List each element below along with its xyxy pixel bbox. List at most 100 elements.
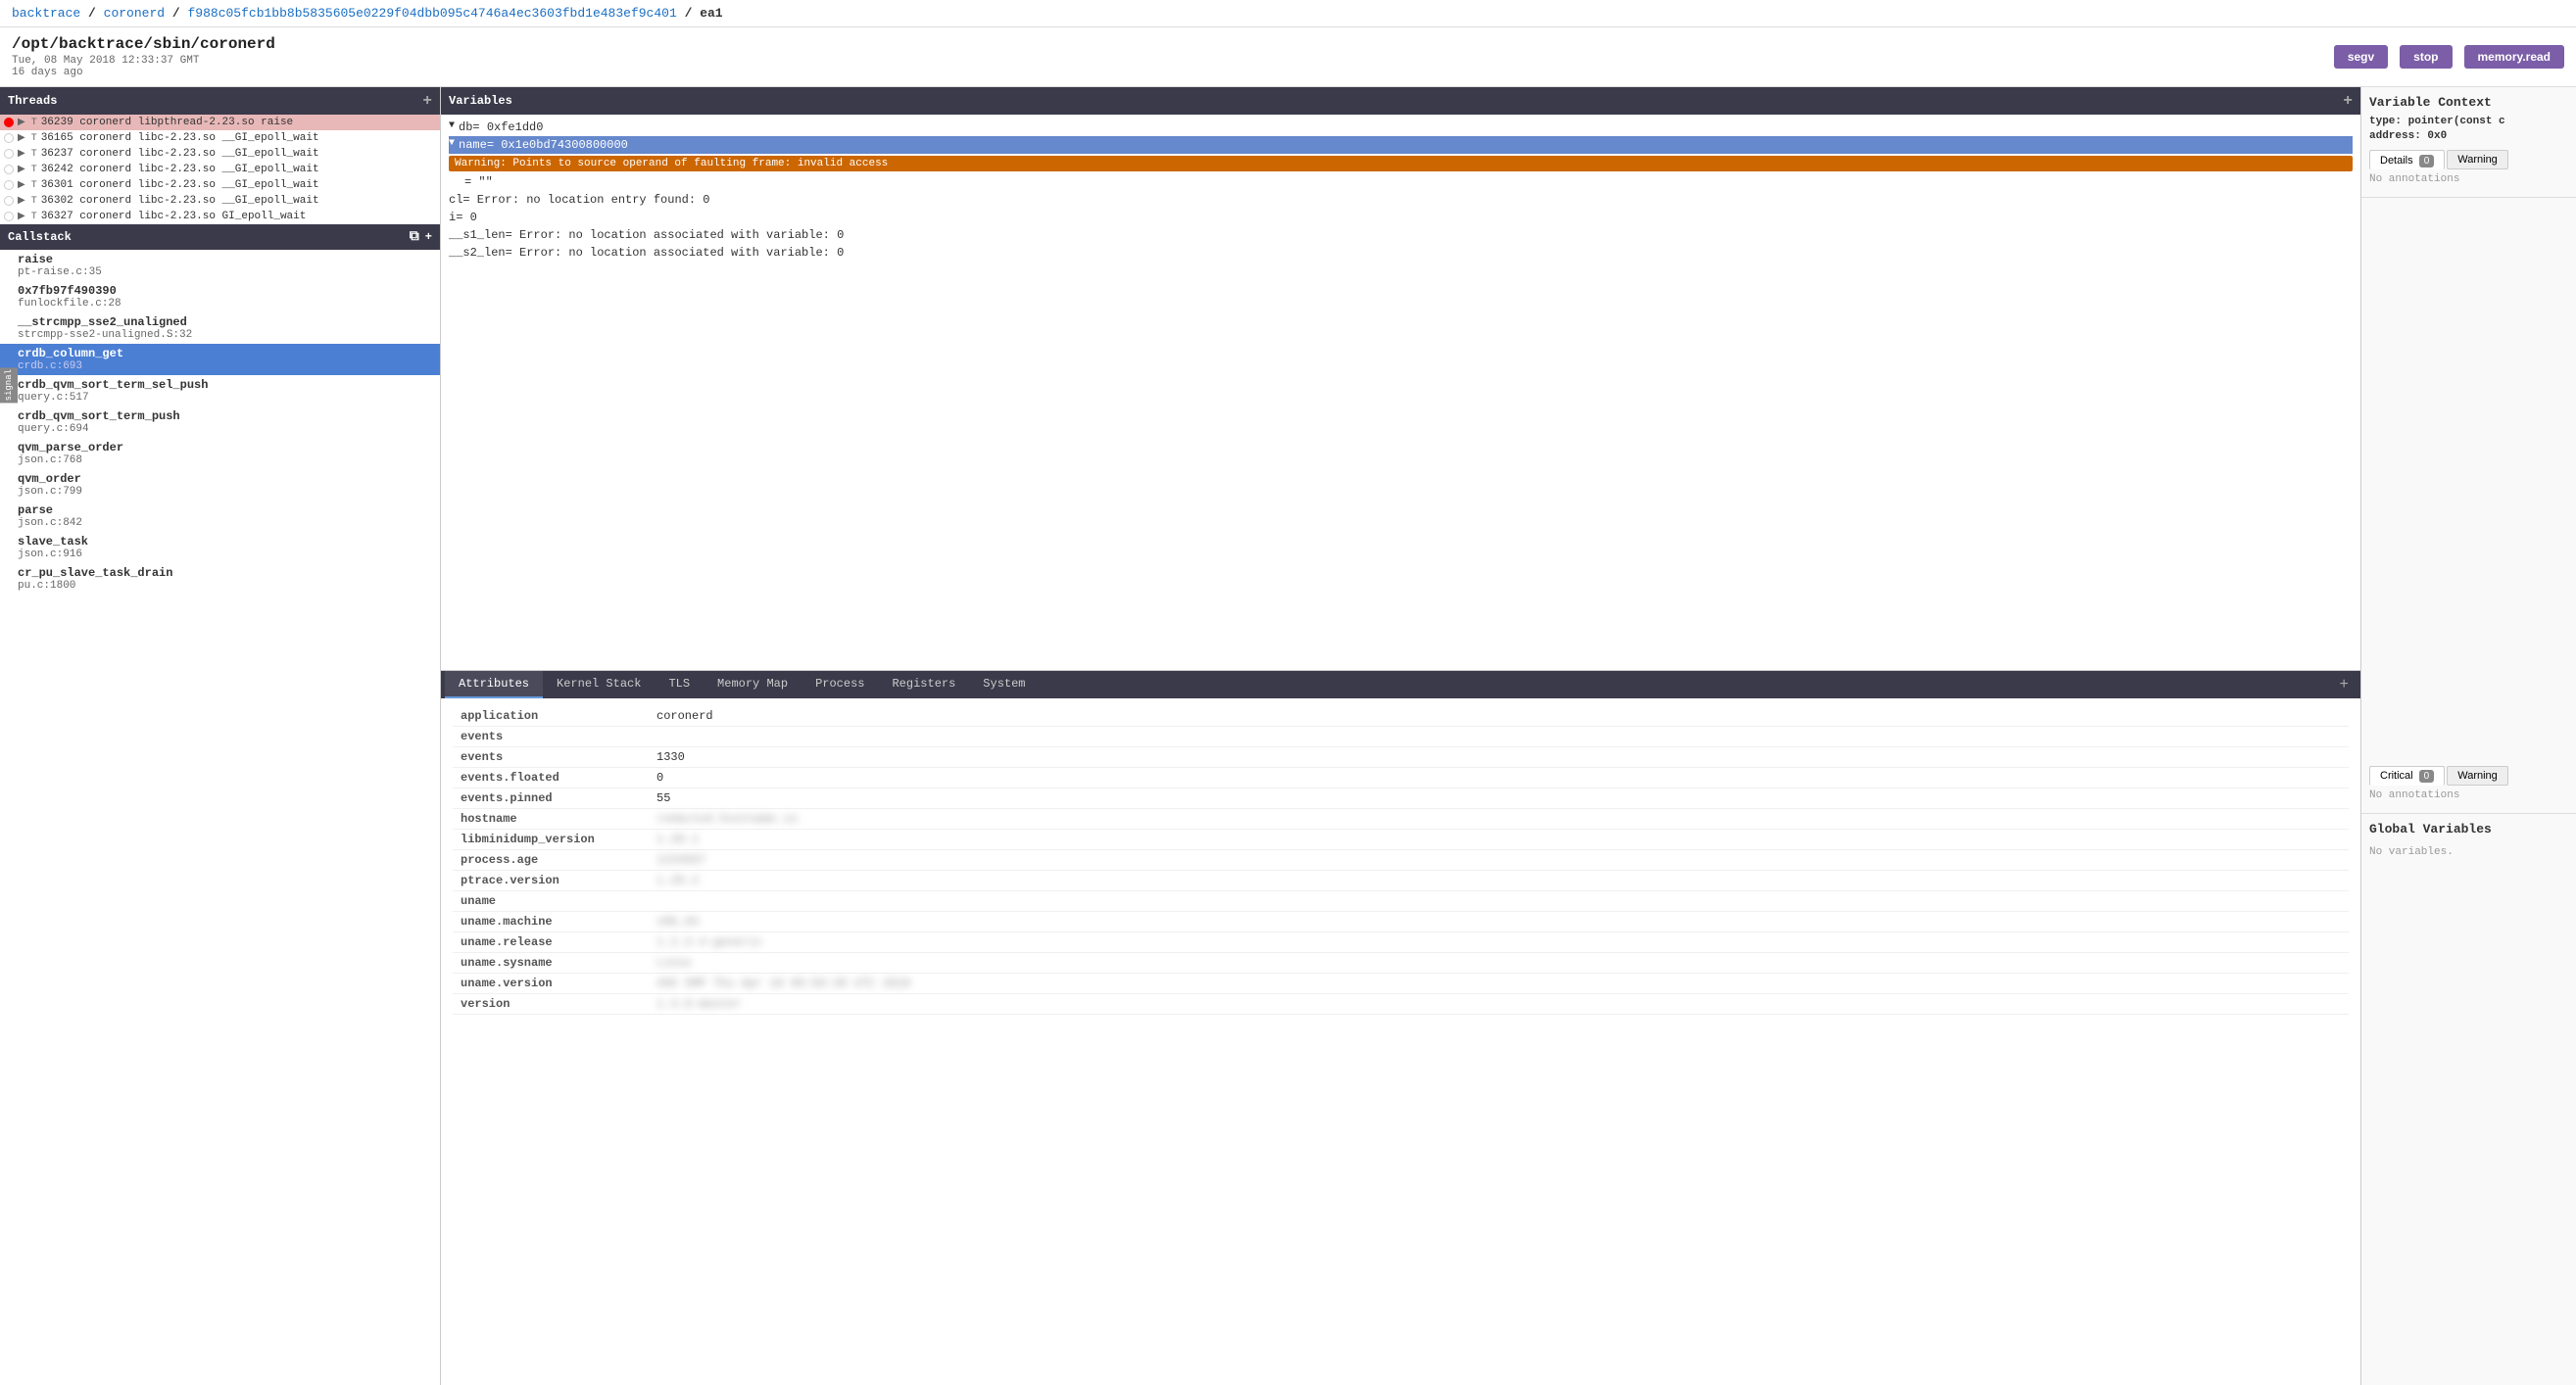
attr-key: uname.version	[453, 974, 649, 994]
stack-item[interactable]: 0x7fb97f490390funlockfile.c:28	[0, 281, 440, 312]
var-expand-icon[interactable]: ▼	[449, 120, 455, 131]
tab-registers[interactable]: Registers	[878, 671, 969, 698]
tab-add-button[interactable]: +	[2331, 672, 2357, 697]
warning-tab[interactable]: Warning	[2447, 150, 2508, 169]
stack-item[interactable]: parsejson.c:842	[0, 501, 440, 532]
attr-key: uname.machine	[453, 912, 649, 932]
tab-system[interactable]: System	[969, 671, 1039, 698]
stop-button[interactable]: stop	[2400, 45, 2452, 69]
tab-kernel-stack[interactable]: Kernel Stack	[543, 671, 655, 698]
stack-fn-name: crdb_qvm_sort_term_sel_push	[18, 378, 432, 392]
attr-key: ptrace.version	[453, 871, 649, 891]
tab-process[interactable]: Process	[802, 671, 878, 698]
no-annotations-2: No annotations	[2369, 786, 2568, 805]
attr-value: 1.3.0-master	[649, 994, 2349, 1015]
variable-context-title: Variable Context	[2369, 95, 2568, 110]
variable-context-section: Variable Context type: pointer(const c a…	[2361, 87, 2576, 198]
var-name: i	[449, 211, 456, 224]
var-name: name	[459, 138, 487, 152]
callstack-add-button[interactable]: +	[425, 230, 432, 244]
thread-text: 36242 coronerd libc-2.23.so __GI_epoll_w…	[41, 164, 319, 175]
thread-row[interactable]: ▶ T 36239 coronerd libpthread-2.23.so ra…	[0, 115, 440, 130]
stack-fn-name: __strcmpp_sse2_unaligned	[18, 315, 432, 329]
var-name: cl	[449, 193, 462, 207]
stack-fn-name: slave_task	[18, 535, 432, 549]
variables-add-button[interactable]: +	[2343, 92, 2353, 110]
var-row: cl = Error: no location entry found: 0	[449, 191, 2353, 209]
breadcrumb-current: ea1	[700, 6, 722, 21]
var-expand-icon[interactable]: ▼	[449, 138, 455, 149]
thread-row[interactable]: ▶ T 36165 coronerd libc-2.23.so __GI_epo…	[0, 130, 440, 146]
thread-row[interactable]: ▶ T 36302 coronerd libc-2.23.so __GI_epo…	[0, 193, 440, 209]
attr-row: events	[453, 727, 2349, 747]
header: /opt/backtrace/sbin/coronerd Tue, 08 May…	[0, 27, 2576, 87]
thread-indicator	[4, 165, 14, 174]
breadcrumb-hash[interactable]: f988c05fcb1bb8b5835605e0229f04dbb095c474…	[187, 6, 676, 21]
var-row: __s1_len = Error: no location associated…	[449, 226, 2353, 244]
stack-item[interactable]: qvm_orderjson.c:799	[0, 469, 440, 501]
thread-row[interactable]: ▶ T 36301 coronerd libc-2.23.so __GI_epo…	[0, 177, 440, 193]
var-warning: Warning: Points to source operand of fau…	[449, 156, 2353, 171]
attr-row: hostnameredacted.hostname.io	[453, 809, 2349, 830]
thread-row[interactable]: ▶ T 36327 coronerd libc-2.23.so GI_epoll…	[0, 209, 440, 224]
page-title: /opt/backtrace/sbin/coronerd	[12, 35, 2322, 53]
variables-content: ▼db = 0xfe1dd0▼name = 0x1e0bd74300800000…	[441, 115, 2360, 670]
stack-item[interactable]: qvm_parse_orderjson.c:768	[0, 438, 440, 469]
stack-item[interactable]: __strcmpp_sse2_unalignedstrcmpp-sse2-una…	[0, 312, 440, 344]
thread-text: 36237 coronerd libc-2.23.so __GI_epoll_w…	[41, 148, 319, 160]
type-field: type: pointer(const c	[2369, 116, 2568, 127]
thread-arrow: ▶ T	[18, 211, 37, 222]
tab-memory-map[interactable]: Memory Map	[704, 671, 802, 698]
variables-label: Variables	[449, 94, 512, 108]
stack-item[interactable]: raisept-raise.c:35	[0, 250, 440, 281]
breadcrumb-backtrace[interactable]: backtrace	[12, 6, 80, 21]
tab-attributes[interactable]: Attributes	[445, 671, 543, 698]
stack-item[interactable]: crdb_qvm_sort_term_sel_pushquery.c:517	[0, 375, 440, 406]
stack-location: json.c:842	[18, 517, 432, 529]
warning-tab-2[interactable]: Warning	[2447, 766, 2508, 786]
details-tab[interactable]: Details 0	[2369, 150, 2445, 169]
thread-row[interactable]: ▶ T 36237 coronerd libc-2.23.so __GI_epo…	[0, 146, 440, 162]
address-value: 0x0	[2427, 130, 2447, 142]
attr-value: 1.2.3.4-generic	[649, 932, 2349, 953]
stack-location: funlockfile.c:28	[18, 298, 432, 310]
stack-fn-name: 0x7fb97f490390	[18, 284, 432, 298]
thread-arrow: ▶ T	[18, 132, 37, 144]
attr-value: 1234567	[649, 850, 2349, 871]
attr-row: ptrace.version1.20.2	[453, 871, 2349, 891]
stack-item[interactable]: slave_taskjson.c:916	[0, 532, 440, 563]
attributes-table: applicationcoronerdeventsevents1330event…	[453, 706, 2349, 1015]
tab-tls[interactable]: TLS	[655, 671, 704, 698]
stack-item[interactable]: crdb_qvm_sort_term_pushquery.c:694	[0, 406, 440, 438]
stack-item[interactable]: cr_pu_slave_task_drainpu.c:1800	[0, 563, 440, 595]
stack-location: json.c:768	[18, 454, 432, 466]
threads-panel: Threads + ▶ T 36239 coronerd libpthread-…	[0, 87, 440, 224]
segv-button[interactable]: segv	[2334, 45, 2388, 69]
stack-location: json.c:916	[18, 549, 432, 560]
threads-add-button[interactable]: +	[422, 92, 432, 110]
thread-indicator	[4, 118, 14, 127]
type-label: type:	[2369, 116, 2402, 127]
breadcrumb-coronerd[interactable]: coronerd	[104, 6, 165, 21]
thread-row[interactable]: ▶ T 36242 coronerd libc-2.23.so __GI_epo…	[0, 162, 440, 177]
critical-tab[interactable]: Critical 0	[2369, 766, 2445, 786]
thread-arrow: ▶ T	[18, 117, 37, 128]
var-row: i = 0	[449, 209, 2353, 226]
attr-key: process.age	[453, 850, 649, 871]
attr-row: events.pinned55	[453, 788, 2349, 809]
attr-value: Linux	[649, 953, 2349, 974]
attr-value: 0	[649, 768, 2349, 788]
memory-read-button[interactable]: memory.read	[2464, 45, 2564, 69]
stack-item[interactable]: crdb_column_getcrdb.c:693	[0, 344, 440, 375]
callstack-copy-button[interactable]: ⧉	[410, 229, 419, 245]
global-variables-section: Global Variables No variables.	[2361, 814, 2576, 1385]
attr-key: events.pinned	[453, 788, 649, 809]
attr-row: process.age1234567	[453, 850, 2349, 871]
var-name: db	[459, 120, 472, 134]
thread-text: 36327 coronerd libc-2.23.so GI_epoll_wai…	[41, 211, 307, 222]
attr-key: uname.sysname	[453, 953, 649, 974]
var-name: __s2_len	[449, 246, 506, 260]
thread-arrow: ▶ T	[18, 195, 37, 207]
address-field: address: 0x0	[2369, 130, 2568, 142]
type-value: pointer(const c	[2408, 116, 2505, 127]
